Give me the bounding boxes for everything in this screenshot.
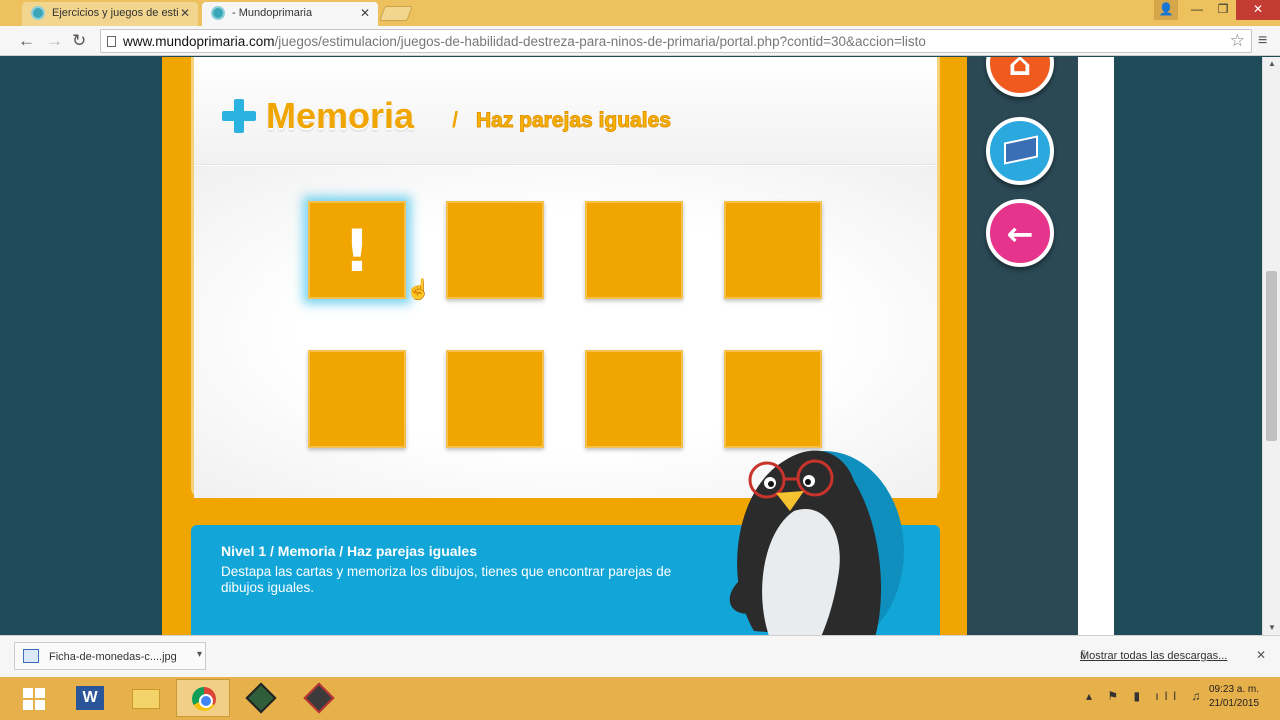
memory-tile[interactable] bbox=[446, 350, 544, 448]
plus-icon bbox=[222, 99, 256, 133]
book-button[interactable] bbox=[986, 117, 1054, 185]
tab-title: Ejercicios y juegos de esti bbox=[52, 7, 178, 19]
restore-button[interactable]: ❐ bbox=[1210, 0, 1236, 20]
taskbar-word[interactable]: W bbox=[62, 679, 116, 717]
tab-title: - Mundoprimaria bbox=[232, 7, 313, 19]
address-bar[interactable]: www.mundoprimaria.com/juegos/estimulacio… bbox=[100, 29, 1252, 53]
browser-toolbar: ← → ↻ www.mundoprimaria.com/juegos/estim… bbox=[0, 26, 1280, 56]
system-tray[interactable]: ▴ ⚑ ▮ ıll ♫ bbox=[1086, 689, 1206, 703]
penguin-mascot-icon bbox=[729, 450, 904, 635]
download-bar: Ficha-de-monedas-c....jpg ▾ ⇩ Mostrar to… bbox=[0, 635, 1280, 677]
app-icon bbox=[245, 682, 277, 714]
book-icon bbox=[1004, 135, 1038, 165]
download-filename: Ficha-de-monedas-c....jpg bbox=[49, 651, 177, 663]
windows-taskbar: W ▴ ⚑ ▮ ıll ♫ 09:23 a. m. 21/01/2015 bbox=[0, 677, 1280, 720]
windows-logo-icon bbox=[23, 688, 45, 710]
user-icon[interactable]: 👤 bbox=[1154, 0, 1178, 20]
game-subtitle: Haz parejas iguales bbox=[476, 109, 672, 133]
home-icon: ⌂ bbox=[1008, 57, 1032, 83]
home-button[interactable]: ⌂ bbox=[986, 57, 1054, 97]
memory-tile[interactable]: ! bbox=[308, 201, 406, 299]
url-path: /juegos/estimulacion/juegos-de-habilidad… bbox=[274, 34, 926, 49]
close-icon[interactable]: ✕ bbox=[1256, 648, 1266, 662]
web-page: Memoria / Haz parejas iguales ! ☝ Nivel … bbox=[0, 57, 1262, 635]
menu-icon[interactable]: ≡ bbox=[1258, 32, 1267, 50]
page-margin bbox=[1078, 57, 1114, 635]
close-window-button[interactable]: ✕ bbox=[1236, 0, 1280, 20]
new-tab-button[interactable] bbox=[379, 6, 413, 21]
memory-tile[interactable] bbox=[724, 201, 822, 299]
memory-tile[interactable] bbox=[585, 201, 683, 299]
scroll-thumb[interactable] bbox=[1266, 271, 1277, 441]
site-favicon-icon bbox=[31, 6, 45, 20]
taskbar-chrome[interactable] bbox=[176, 679, 230, 717]
url-host: www.mundoprimaria.com bbox=[123, 34, 275, 49]
show-all-downloads-link[interactable]: Mostrar todas las descargas... bbox=[1080, 650, 1227, 662]
hand-cursor-icon: ☝ bbox=[406, 279, 431, 301]
taskbar-app[interactable] bbox=[292, 679, 346, 717]
clock-date: 21/01/2015 bbox=[1208, 698, 1260, 709]
app-icon bbox=[303, 682, 335, 714]
back-arrow-icon: ← bbox=[1006, 215, 1034, 253]
chrome-icon bbox=[192, 687, 216, 711]
folder-icon bbox=[132, 689, 160, 709]
download-item[interactable]: Ficha-de-monedas-c....jpg ▾ bbox=[14, 642, 206, 670]
exclamation-icon: ! bbox=[343, 217, 371, 285]
tab-ejercicios[interactable]: Ejercicios y juegos de esti ✕ bbox=[22, 2, 198, 26]
taskbar-app[interactable] bbox=[234, 679, 288, 717]
vertical-scrollbar[interactable]: ▲ ▼ bbox=[1262, 57, 1280, 635]
site-favicon-icon bbox=[211, 6, 225, 20]
side-panel: ⌂ ← bbox=[967, 57, 1078, 635]
back-button[interactable]: ← bbox=[986, 199, 1054, 267]
tab-mundoprimaria[interactable]: - Mundoprimaria ✕ bbox=[202, 2, 378, 26]
tab-strip: Ejercicios y juegos de esti ✕ - Mundopri… bbox=[0, 0, 1280, 26]
title-separator: / bbox=[452, 107, 459, 132]
bookmark-star-icon[interactable]: ☆ bbox=[1230, 31, 1245, 51]
scroll-up-icon[interactable]: ▲ bbox=[1268, 59, 1276, 68]
memory-tile[interactable] bbox=[308, 350, 406, 448]
clock[interactable]: 09:23 a. m. 21/01/2015 bbox=[1196, 683, 1272, 711]
forward-arrow-icon[interactable]: → bbox=[46, 31, 63, 51]
scroll-down-icon[interactable]: ▼ bbox=[1268, 623, 1276, 632]
close-icon[interactable]: ✕ bbox=[360, 6, 370, 20]
close-icon[interactable]: ✕ bbox=[180, 6, 190, 20]
game-title: Memoria bbox=[266, 95, 415, 136]
start-button[interactable] bbox=[6, 679, 60, 717]
reload-icon[interactable]: ↻ bbox=[72, 31, 86, 51]
back-arrow-icon[interactable]: ← bbox=[18, 31, 35, 51]
image-file-icon bbox=[23, 649, 39, 663]
game-header: Memoria / Haz parejas iguales bbox=[194, 57, 937, 165]
level-title: Nivel 1 / Memoria / Haz parejas iguales bbox=[221, 543, 477, 559]
memory-tile[interactable] bbox=[446, 201, 544, 299]
page-icon bbox=[107, 36, 116, 47]
chevron-down-icon[interactable]: ▾ bbox=[197, 649, 202, 660]
taskbar-explorer[interactable] bbox=[118, 679, 172, 717]
instructions-text: Destapa las cartas y memoriza los dibujo… bbox=[221, 564, 672, 595]
word-icon: W bbox=[76, 686, 104, 710]
minimize-button[interactable]: — bbox=[1184, 0, 1210, 20]
clock-time: 09:23 a. m. bbox=[1208, 684, 1260, 695]
memory-tile[interactable] bbox=[585, 350, 683, 448]
